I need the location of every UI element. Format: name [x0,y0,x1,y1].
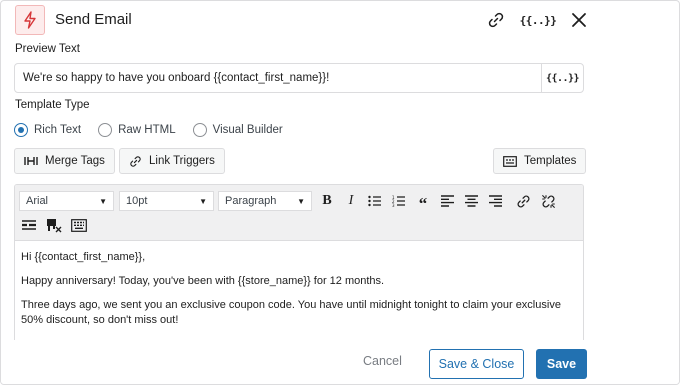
clear-formatting-icon[interactable] [44,215,64,235]
templates-icon [503,155,517,167]
align-right-icon[interactable] [485,191,505,211]
horizontal-rule-icon[interactable] [19,215,39,235]
send-email-dialog: Send Email {{..}} Preview Text {{..}} Te… [0,0,680,385]
merge-tags-icon [24,155,38,167]
numbered-list-icon[interactable]: 123 [389,191,409,211]
bold-icon[interactable]: B [317,191,337,211]
font-family-select[interactable]: Arial ▼ [19,191,114,211]
radio-visual-builder[interactable]: Visual Builder [192,123,283,137]
link-icon [129,155,142,168]
radio-indicator [192,123,207,137]
caret-down-icon: ▼ [297,196,305,206]
rich-text-editor: Arial ▼ 10pt ▼ Paragraph ▼ B I 123 “ Hi … [14,184,584,344]
italic-icon[interactable]: I [341,191,361,211]
radio-indicator [98,123,113,137]
preview-text-input[interactable] [15,64,541,92]
close-icon[interactable] [568,9,590,31]
cancel-button[interactable]: Cancel [363,354,402,368]
insert-link-icon[interactable] [513,191,533,211]
remove-link-icon[interactable] [538,191,558,211]
font-family-value: Arial [26,195,49,207]
caret-down-icon: ▼ [199,196,207,206]
caret-down-icon: ▼ [99,196,107,206]
svg-text:3: 3 [392,203,395,207]
link-triggers-button[interactable]: Link Triggers [119,148,225,174]
align-left-icon[interactable] [437,191,457,211]
font-size-select[interactable]: 10pt ▼ [119,191,214,211]
editor-toolbar: Arial ▼ 10pt ▼ Paragraph ▼ B I 123 “ [15,185,583,241]
content-paragraph: Three days ago, we sent you an exclusive… [21,299,561,326]
radio-label: Rich Text [34,124,82,136]
dialog-title: Send Email [55,11,132,28]
radio-selected-indicator [14,123,28,137]
preview-text-label: Preview Text [15,43,80,55]
template-type-radio-group: Rich Text Raw HTML Visual Builder [14,122,300,138]
merge-tags-label: Merge Tags [45,155,105,167]
bullet-list-icon[interactable] [365,191,385,211]
editor-content[interactable]: Hi {{contact_first_name}}, Happy anniver… [15,242,583,344]
templates-label: Templates [524,155,577,167]
font-size-value: 10pt [126,195,148,207]
dialog-header: Send Email {{..}} [1,1,679,41]
radio-rich-text[interactable]: Rich Text [14,123,81,137]
preview-merge-tags-button[interactable]: {{..}} [541,64,583,92]
link-triggers-label: Link Triggers [149,155,215,167]
content-paragraph: Happy anniversary! Today, you've been wi… [21,275,385,287]
merge-tags-icon[interactable]: {{..}} [520,9,557,31]
align-center-icon[interactable] [461,191,481,211]
templates-button[interactable]: Templates [493,148,587,174]
radio-label: Raw HTML [118,124,176,136]
link-icon[interactable] [485,9,507,31]
dialog-footer: Cancel Save & Close Save [1,340,679,384]
radio-raw-html[interactable]: Raw HTML [98,123,176,137]
radio-label: Visual Builder [212,124,283,136]
preview-text-field: {{..}} [14,63,584,93]
save-button[interactable]: Save [536,349,587,379]
blockquote-icon[interactable]: “ [413,191,433,213]
keyboard-icon[interactable] [69,215,89,235]
lightning-icon [15,5,45,35]
save-and-close-button[interactable]: Save & Close [429,349,524,379]
block-format-select[interactable]: Paragraph ▼ [218,191,312,211]
merge-tags-button[interactable]: Merge Tags [14,148,115,174]
block-format-value: Paragraph [225,195,277,207]
template-type-label: Template Type [15,99,90,111]
content-paragraph: Hi {{contact_first_name}}, [21,251,146,263]
